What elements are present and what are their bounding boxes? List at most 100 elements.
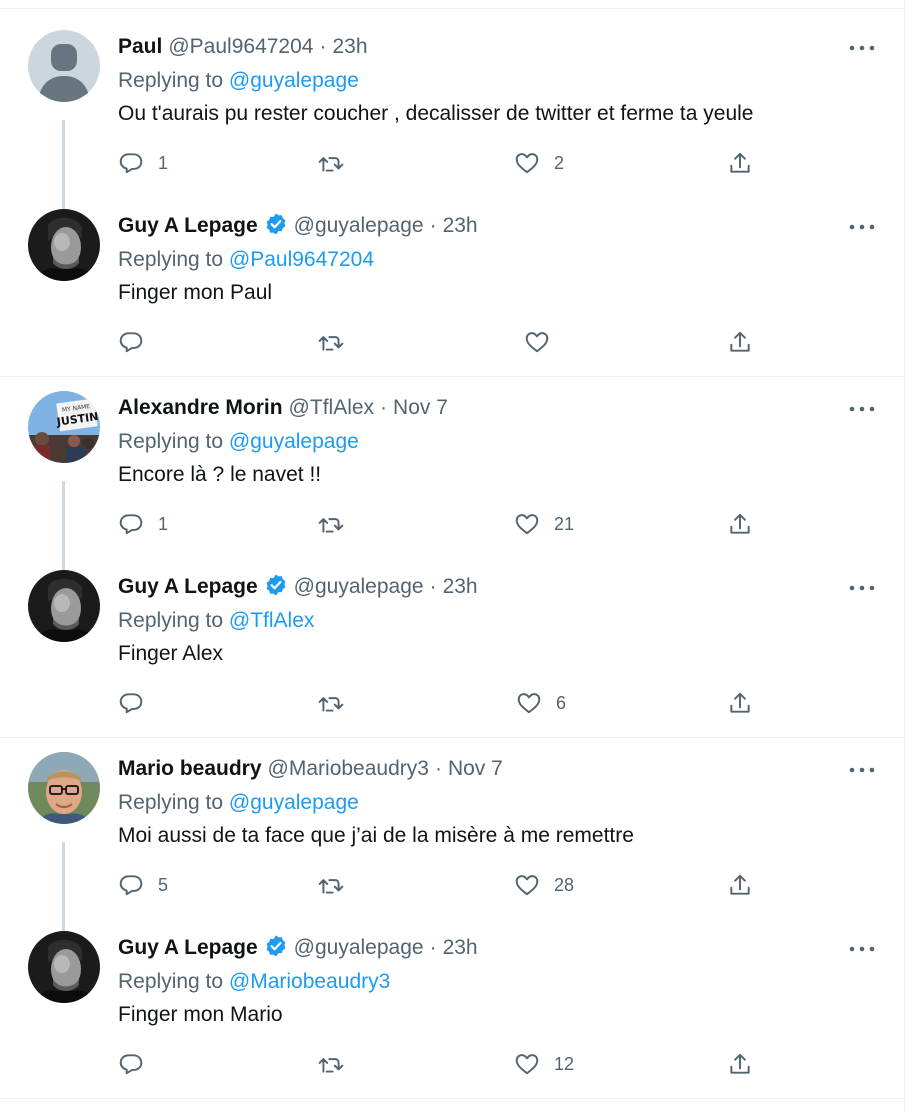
conversation-timeline: Paul @Paul9647204 · 23h Replying to @guyale…: [0, 0, 905, 1112]
tweet[interactable]: Mario beaudry @Mariobeaudry3 · Nov 7 Replyi…: [0, 730, 904, 936]
avatar-alexandre-morin[interactable]: MY NAME JUSTIN: [28, 391, 100, 463]
display-name[interactable]: Alexandre Morin: [118, 396, 283, 419]
share-button[interactable]: [727, 870, 753, 900]
more-icon[interactable]: [846, 576, 878, 600]
reply-button[interactable]: [118, 688, 158, 718]
tweet-text: Finger mon Mario: [118, 1003, 283, 1026]
timestamp[interactable]: 23h: [443, 575, 478, 598]
timestamp[interactable]: 23h: [332, 35, 367, 58]
display-name[interactable]: Paul: [118, 35, 162, 58]
share-button[interactable]: [727, 327, 753, 357]
mention-link[interactable]: @guyalepage: [229, 69, 359, 92]
tweet[interactable]: Guy A Lepage @guyalepage · 23h Replying to …: [0, 548, 904, 728]
tweet-text: Moi aussi de ta face que j’ai de la misè…: [118, 824, 634, 847]
separator-dot: ·: [319, 35, 327, 58]
share-icon: [730, 1053, 750, 1074]
retweet-icon: [318, 1058, 344, 1073]
like-icon: [515, 1054, 539, 1075]
user-handle[interactable]: @guyalepage: [294, 575, 424, 598]
avatar-guy-a-lepage[interactable]: [28, 931, 100, 1003]
reply-icon: [119, 514, 143, 535]
like-icon: [515, 153, 539, 174]
replying-to: Replying to @TflAlex: [118, 606, 314, 636]
more-icon[interactable]: [846, 397, 878, 421]
tweet-header: Guy A Lepage @guyalepage · 23h: [118, 933, 478, 963]
mention-link[interactable]: @Paul9647204: [229, 248, 374, 271]
replying-to: Replying to @guyalepage: [118, 66, 359, 96]
like-button[interactable]: [524, 327, 564, 357]
retweet-button[interactable]: [318, 870, 358, 900]
tweet-text: Ou t'aurais pu rester coucher , decaliss…: [118, 102, 754, 125]
user-handle[interactable]: @Mariobeaudry3: [268, 757, 429, 780]
tweet[interactable]: Guy A Lepage @guyalepage · 23h Replying to …: [0, 909, 904, 1089]
separator-dot: ·: [380, 396, 388, 419]
more-icon[interactable]: [846, 36, 878, 60]
separator-dot: ·: [429, 575, 437, 598]
timestamp[interactable]: Nov 7: [448, 757, 503, 780]
mention-link[interactable]: @TflAlex: [229, 609, 315, 632]
display-name[interactable]: Guy A Lepage: [118, 936, 258, 959]
retweet-icon: [318, 518, 344, 533]
retweet-button[interactable]: [318, 327, 358, 357]
like-count: 21: [554, 513, 575, 534]
tweet-header: Mario beaudry @Mariobeaudry3 · Nov 7: [118, 754, 503, 784]
tweet-header: Paul @Paul9647204 · 23h: [118, 32, 368, 62]
like-icon: [517, 693, 541, 714]
guy-avatar-image: [28, 570, 100, 642]
mention-link[interactable]: @guyalepage: [229, 430, 359, 453]
share-button[interactable]: [727, 148, 753, 178]
retweet-button[interactable]: [318, 1049, 358, 1079]
more-icon[interactable]: [846, 937, 878, 961]
reply-button[interactable]: [118, 1049, 158, 1079]
separator-dot: ·: [429, 214, 437, 237]
reply-icon: [119, 153, 143, 174]
reply-button[interactable]: 1: [118, 148, 168, 178]
like-button[interactable]: 28: [514, 870, 574, 900]
reply-count: 1: [158, 513, 169, 534]
protest-sign-avatar-image: MY NAME JUSTIN: [28, 391, 100, 463]
tweet-header: Alexandre Morin @TflAlex · Nov 7: [118, 393, 448, 423]
retweet-button[interactable]: [318, 148, 358, 178]
like-button[interactable]: 6: [516, 688, 566, 718]
tweet[interactable]: MY NAME JUSTIN Alexandre Morin @TflAlex · N…: [0, 369, 904, 575]
share-icon: [730, 331, 750, 352]
more-icon[interactable]: [846, 758, 878, 782]
like-count: 28: [554, 874, 575, 895]
avatar-mario-beaudry[interactable]: [28, 752, 100, 824]
display-name[interactable]: Mario beaudry: [118, 757, 262, 780]
avatar-guy-a-lepage[interactable]: [28, 570, 100, 642]
reply-button[interactable]: 5: [118, 870, 168, 900]
reply-button[interactable]: 1: [118, 509, 168, 539]
user-handle[interactable]: @Paul9647204: [168, 35, 313, 58]
mention-link[interactable]: @guyalepage: [229, 791, 359, 814]
like-button[interactable]: 12: [514, 1049, 574, 1079]
reply-button[interactable]: [118, 327, 158, 357]
share-button[interactable]: [727, 509, 753, 539]
mention-link[interactable]: @Mariobeaudry3: [229, 970, 390, 993]
avatar-guy-a-lepage[interactable]: [28, 209, 100, 281]
retweet-button[interactable]: [318, 688, 358, 718]
timestamp[interactable]: Nov 7: [393, 396, 448, 419]
avatar-paul[interactable]: [28, 30, 100, 102]
share-button[interactable]: [727, 688, 753, 718]
share-button[interactable]: [727, 1049, 753, 1079]
timestamp[interactable]: 23h: [443, 936, 478, 959]
more-icon[interactable]: [846, 215, 878, 239]
display-name[interactable]: Guy A Lepage: [118, 575, 258, 598]
timestamp[interactable]: 23h: [443, 214, 478, 237]
verified-badge-icon: [266, 574, 286, 596]
retweet-button[interactable]: [318, 509, 358, 539]
tweet[interactable]: Guy A Lepage @guyalepage · 23h Replying to …: [0, 187, 904, 367]
replying-to: Replying to @Mariobeaudry3: [118, 967, 390, 997]
user-handle[interactable]: @guyalepage: [294, 936, 424, 959]
display-name[interactable]: Guy A Lepage: [118, 214, 258, 237]
like-button[interactable]: 2: [514, 148, 564, 178]
share-icon: [730, 152, 750, 173]
retweet-icon: [318, 879, 344, 894]
separator: [0, 1098, 904, 1099]
like-count: 12: [554, 1053, 575, 1074]
user-handle[interactable]: @guyalepage: [294, 214, 424, 237]
tweet[interactable]: Paul @Paul9647204 · 23h Replying to @guyale…: [0, 8, 904, 214]
like-button[interactable]: 21: [514, 509, 574, 539]
user-handle[interactable]: @TflAlex: [289, 396, 375, 419]
